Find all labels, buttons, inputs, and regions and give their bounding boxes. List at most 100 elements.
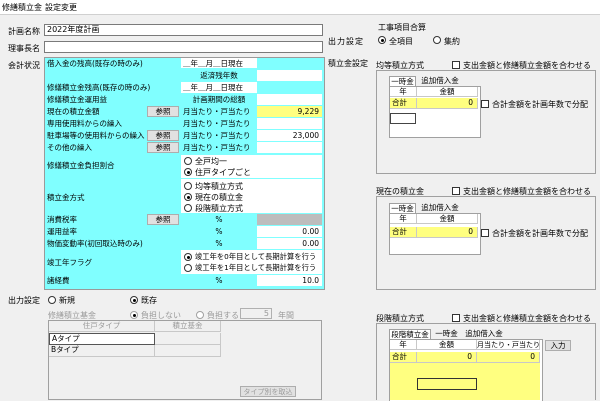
plan-name-field[interactable]: 2022年度計画 <box>44 24 323 36</box>
method-staged-label: 段階積立方式 <box>195 204 243 213</box>
borrow-balance-value <box>257 58 322 69</box>
other-transfer-value[interactable] <box>257 142 322 153</box>
menu-settings-change[interactable]: 設定変更 <box>45 2 77 13</box>
method-current-label: 現在の積立金 <box>195 193 243 202</box>
other-transfer-unit: 月当たり・戸当たり <box>181 142 257 153</box>
all-items-radio[interactable] <box>378 36 386 44</box>
reserve-method-label: 積立金方式 <box>45 192 181 203</box>
exclusive-fee-value[interactable] <box>257 118 322 129</box>
col-type-header: 住戸タイプ <box>49 321 155 332</box>
current-match-checkbox[interactable] <box>452 187 460 195</box>
burden-by-type-label: 住戸タイプごと <box>195 168 251 177</box>
equal-tab-loan[interactable]: 追加借入金 <box>418 76 462 86</box>
method-current-radio[interactable] <box>184 193 192 201</box>
output-existing-label: 既存 <box>141 296 157 305</box>
type-row-a[interactable]: Aタイプ <box>49 333 155 345</box>
repay-years-value[interactable] <box>257 70 322 81</box>
current-tab-loan[interactable]: 追加借入金 <box>418 203 462 213</box>
equal-col-year: 年 <box>390 87 417 97</box>
burden-uniform-label: 全戸均一 <box>195 157 227 166</box>
other-transfer-label: その他の繰入 <box>45 142 147 153</box>
parking-fee-value[interactable]: 23,000 <box>257 130 322 141</box>
inflation-rate-label: 物価変動率(初回取込時のみ) <box>45 238 181 249</box>
reserve-balance-value <box>257 82 322 93</box>
equal-spread-label: 合計金額を計画年数で分配 <box>492 100 588 109</box>
staged-tab-lump[interactable]: 一時金 <box>433 329 460 339</box>
output-settings-label: 出力設定 <box>328 37 364 46</box>
staged-total-label: 合計 <box>390 352 417 363</box>
current-reserve-label: 現在の積立金額 <box>45 106 147 117</box>
window-title: 修繕積立金 <box>2 3 42 12</box>
work-item-total-label: 工事項目合算 <box>378 23 426 32</box>
borrow-balance-label-2 <box>45 70 181 81</box>
reserve-balance-date[interactable]: ＿年＿月＿日現在 <box>181 82 257 93</box>
method-staged-radio[interactable] <box>184 204 192 212</box>
aggregate-label: 集約 <box>444 37 460 46</box>
current-col-amount: 金額 <box>417 214 478 224</box>
accounting-section-label: 会計状況 <box>8 61 40 70</box>
completion-flag-label: 竣工年フラグ <box>45 257 181 268</box>
current-reserve-value[interactable]: 9,229 <box>257 106 322 117</box>
parking-fee-label: 駐車場等の使用料からの繰入 <box>45 130 147 141</box>
burden-uniform-radio[interactable] <box>184 157 192 165</box>
type-row-b-fund[interactable] <box>155 345 221 357</box>
equal-col-amount: 金額 <box>417 87 478 97</box>
col-fund-header: 積立基金 <box>155 321 221 332</box>
type-row-b[interactable]: Bタイプ <box>49 345 155 357</box>
completion-year0-radio[interactable] <box>184 253 192 261</box>
staged-tab-loan[interactable]: 追加借入金 <box>462 329 506 339</box>
equal-tab-lump[interactable]: 一時金 <box>389 76 416 86</box>
staged-selected-cell[interactable] <box>417 378 477 390</box>
type-row-a-fund[interactable] <box>155 333 221 345</box>
yield-rate-unit: % <box>181 226 257 237</box>
current-col-year: 年 <box>390 214 417 224</box>
inflation-rate-value[interactable]: 0.00 <box>257 238 322 249</box>
parking-fee-ref-button[interactable]: 参照 <box>147 130 179 141</box>
yield-rate-value[interactable]: 0.00 <box>257 226 322 237</box>
completion-year1-label: 竣工年を1年目として長期計算を行う <box>195 263 317 272</box>
plan-total-value[interactable] <box>257 94 322 105</box>
staged-col-monthly: 月当たり・戸当たり <box>477 340 540 350</box>
exclusive-fee-unit: 月当たり・戸当たり <box>181 118 257 129</box>
fund-burden-radio[interactable] <box>196 311 204 319</box>
borrow-balance-date[interactable]: ＿年＿月＿日現在 <box>181 58 257 69</box>
current-total-value: 0 <box>417 227 478 238</box>
output-section-label: 出力設定 <box>8 296 40 305</box>
parking-fee-unit: 月当たり・戸当たり <box>181 130 257 141</box>
output-new-radio[interactable] <box>48 296 56 304</box>
staged-total-value: 0 <box>417 352 477 363</box>
current-tab-lump[interactable]: 一時金 <box>389 203 416 213</box>
staged-tab-staged[interactable]: 段階積立金 <box>389 329 431 339</box>
equal-match-checkbox[interactable] <box>452 61 460 69</box>
fund-years-field[interactable]: 5 <box>240 308 272 319</box>
title-bar: 修繕積立金 設定変更 <box>0 0 600 15</box>
equal-total-value: 0 <box>417 98 478 109</box>
borrow-balance-label: 借入金の残高(既存の時のみ) <box>45 58 181 69</box>
import-by-type-button[interactable]: タイプ別を取込 <box>240 386 296 397</box>
burden-by-type-radio[interactable] <box>184 168 192 176</box>
yield-rate-label: 運用益率 <box>45 226 181 237</box>
plan-name-label: 計画名称 <box>8 27 40 36</box>
exclusive-fee-label: 専用使用料からの繰入 <box>45 118 181 129</box>
current-reserve-ref-button[interactable]: 参照 <box>147 106 179 117</box>
output-existing-radio[interactable] <box>130 296 138 304</box>
aggregate-radio[interactable] <box>433 36 441 44</box>
staged-input-button[interactable]: 入力 <box>545 340 571 351</box>
misc-expense-value[interactable]: 10.0 <box>257 275 322 286</box>
equal-new-row[interactable] <box>390 113 416 124</box>
completion-year1-radio[interactable] <box>184 264 192 272</box>
reserve-yield-label: 修繕積立金運用益 <box>45 94 181 105</box>
method-equal-label: 均等積立方式 <box>195 182 243 191</box>
tax-rate-ref-button[interactable]: 参照 <box>147 214 179 225</box>
method-equal-radio[interactable] <box>184 182 192 190</box>
current-spread-checkbox[interactable] <box>481 229 489 237</box>
staged-match-checkbox[interactable] <box>452 314 460 322</box>
chair-name-field[interactable] <box>44 41 323 53</box>
current-spread-label: 合計金額を計画年数で分配 <box>492 229 588 238</box>
other-transfer-ref-button[interactable]: 参照 <box>147 142 179 153</box>
tax-rate-value <box>257 214 322 225</box>
fund-no-burden-radio[interactable] <box>130 311 138 319</box>
all-items-label: 全項目 <box>389 37 413 46</box>
equal-spread-checkbox[interactable] <box>481 100 489 108</box>
misc-expense-unit: % <box>181 275 257 286</box>
